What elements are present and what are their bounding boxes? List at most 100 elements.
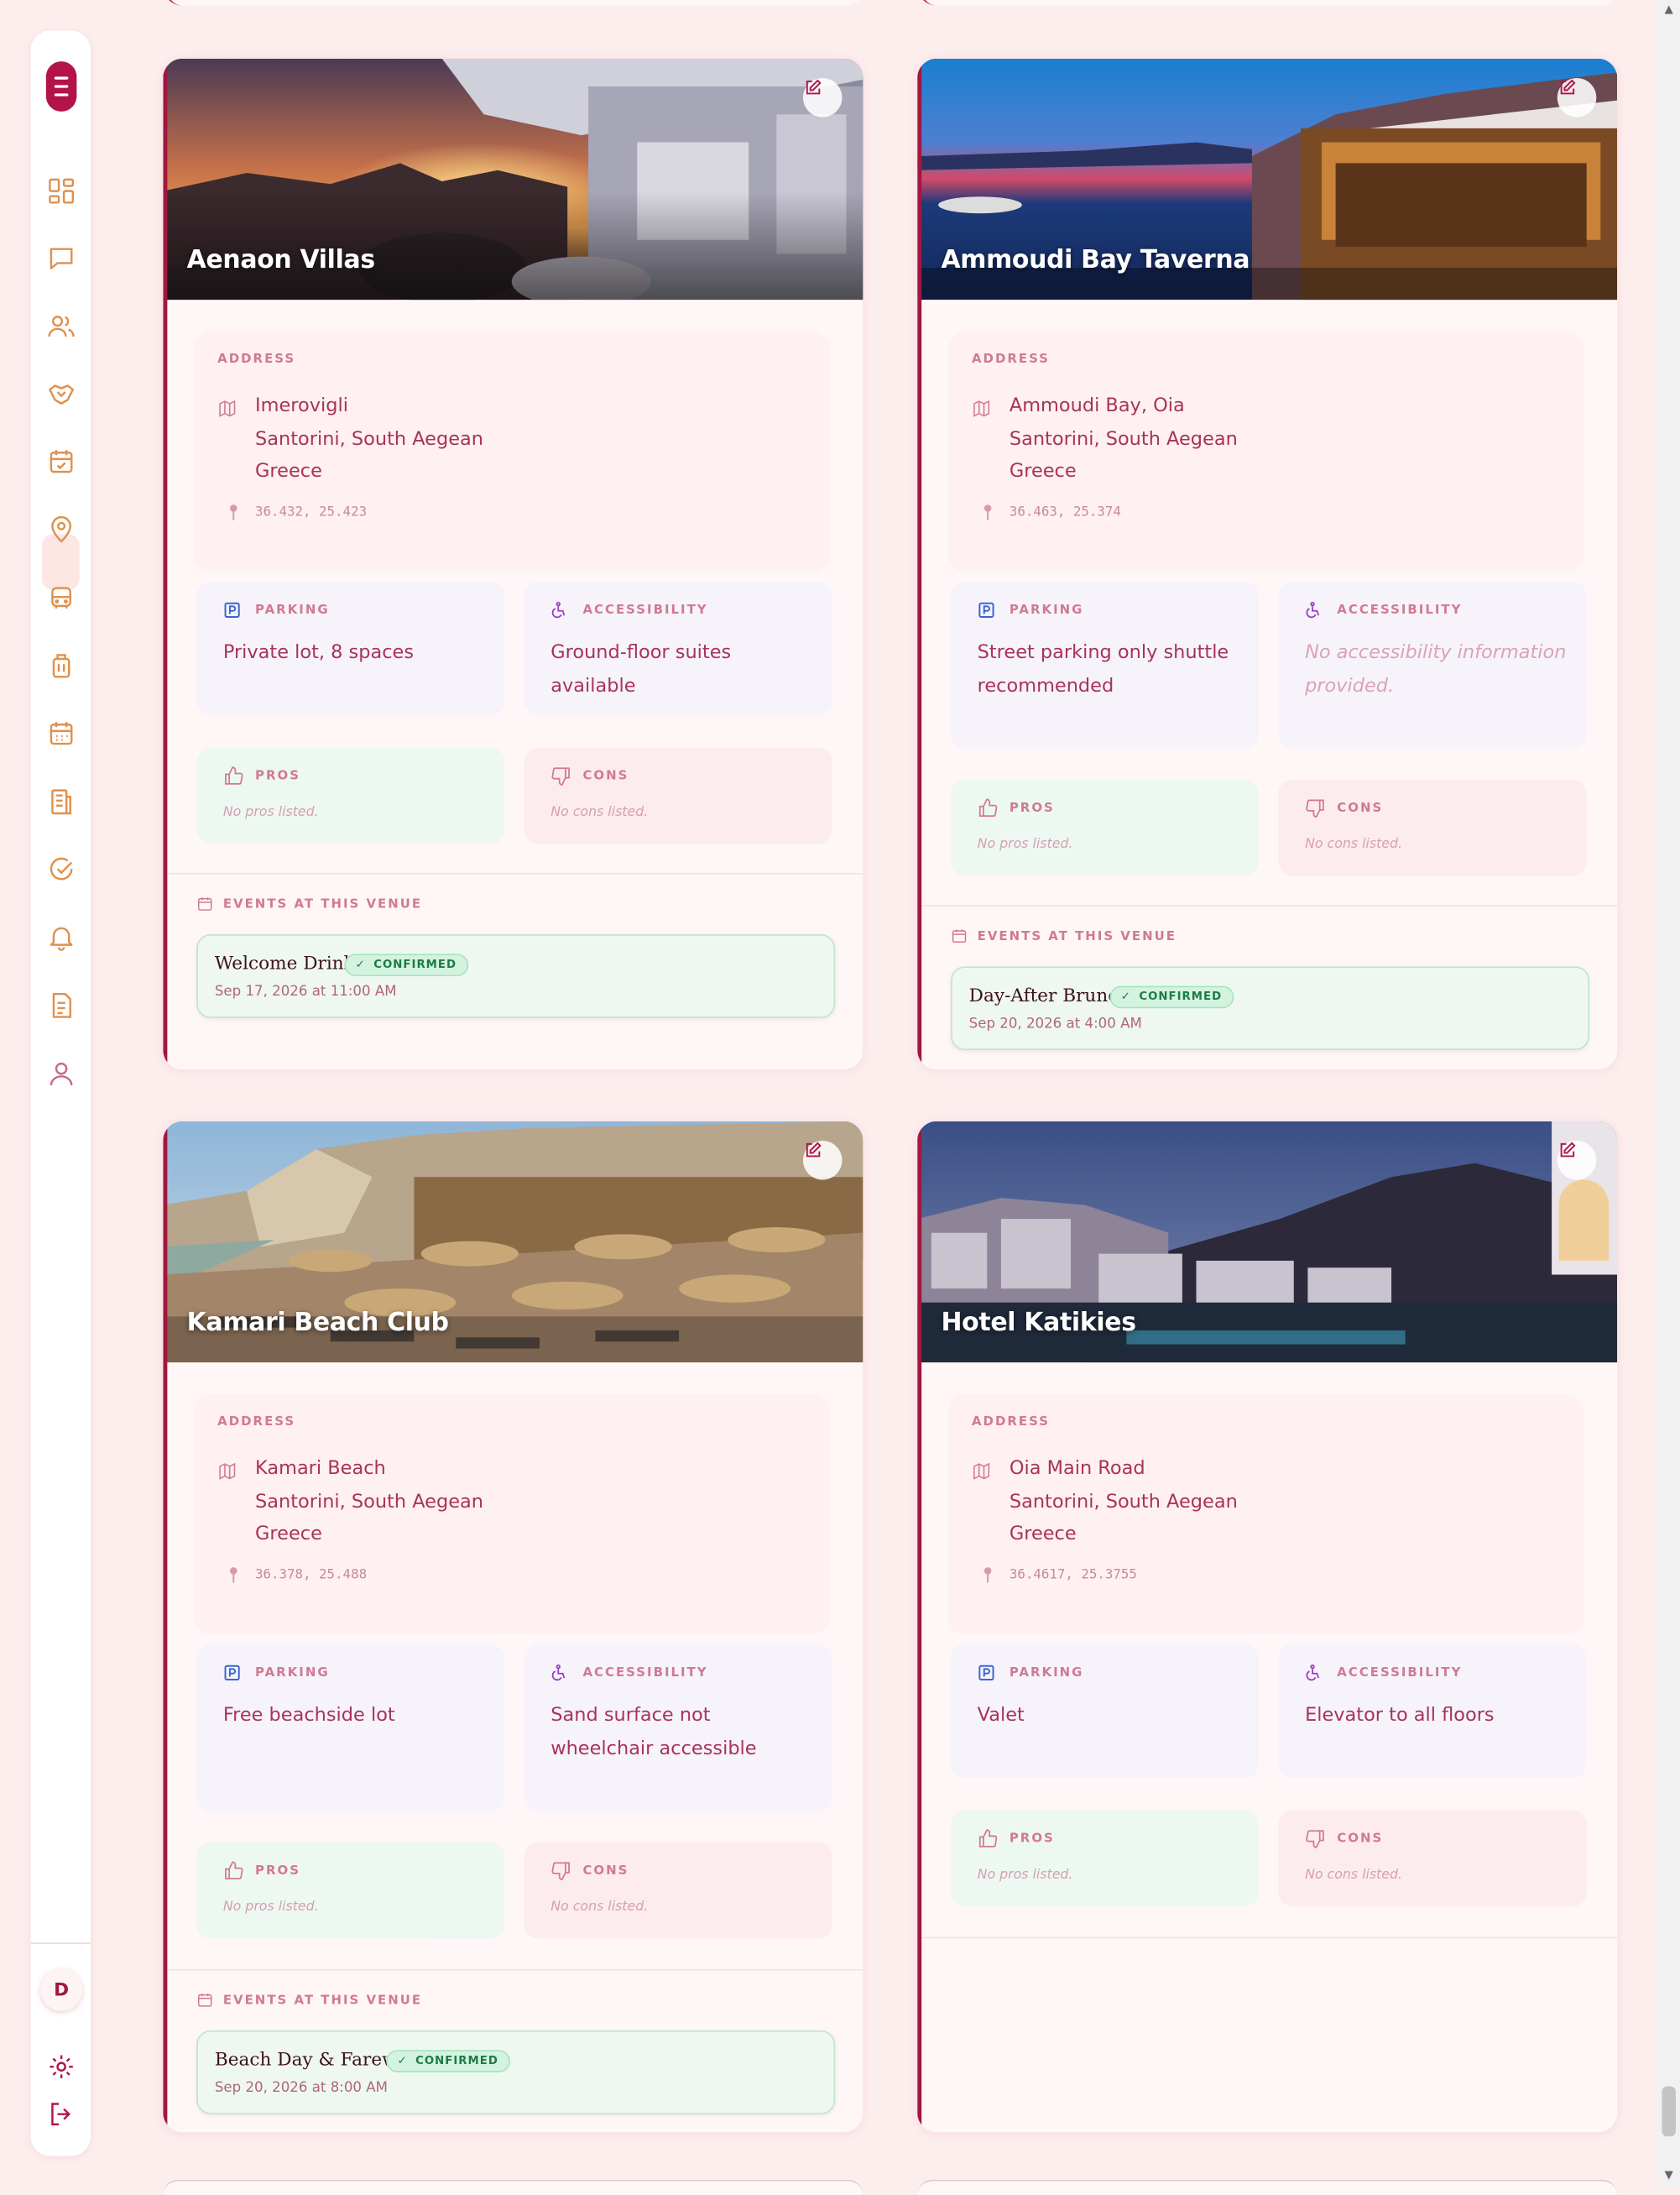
event-date: Sep 20, 2026 at 4:00 AM: [968, 1016, 1142, 1032]
address-section: ADDRESS Ammoudi Bay, Oia Santorini, Sout…: [947, 332, 1584, 572]
notifications-icon[interactable]: [46, 922, 77, 953]
address-line-2: Santorini, South Aegean: [255, 427, 483, 450]
travel-icon[interactable]: [46, 583, 77, 614]
address-section: ADDRESS Oia Main Road Santorini, South A…: [947, 1394, 1584, 1635]
menu-toggle-button[interactable]: [45, 61, 77, 112]
status-badge: CONFIRMED: [1109, 985, 1235, 1009]
gear-icon[interactable]: [46, 2051, 77, 2083]
venue-hero-image: Aenaon Villas: [163, 58, 863, 301]
venue-card: Ammoudi Bay Taverna ADDRESS Ammoudi Bay,…: [917, 58, 1618, 1070]
messages-icon[interactable]: [46, 243, 77, 274]
event-date: Sep 17, 2026 at 11:00 AM: [214, 984, 397, 1001]
edit-icon: [1560, 1142, 1576, 1158]
pros-label: PROS: [255, 770, 300, 784]
accessibility-box: ACCESSIBILITY Sand surface not wheelchai…: [524, 1644, 832, 1812]
address-line-2: Santorini, South Aegean: [1009, 1490, 1238, 1513]
calendar-icon[interactable]: [46, 719, 77, 750]
edit-venue-button[interactable]: [802, 1141, 843, 1180]
event-item[interactable]: Day-After Brunch CONFIRMED Sep 20, 2026 …: [951, 966, 1589, 1051]
pros-label: PROS: [1009, 1832, 1055, 1847]
parking-icon: [978, 602, 994, 618]
notes-icon[interactable]: [46, 990, 77, 1022]
profile-icon[interactable]: [46, 1058, 77, 1090]
address-label: ADDRESS: [217, 1415, 296, 1429]
documents-icon[interactable]: [46, 787, 77, 818]
pros-value: No pros listed.: [222, 1899, 319, 1915]
cons-box: CONS No cons listed.: [1278, 779, 1587, 876]
venue-hero-image: Hotel Katikies: [917, 1121, 1618, 1363]
address-lines: Ammoudi Bay, Oia Santorini, South Aegean…: [1010, 390, 1238, 489]
guests-icon[interactable]: [46, 311, 77, 342]
address-label: ADDRESS: [971, 1415, 1050, 1429]
pin-icon: [230, 504, 237, 520]
tasks-icon[interactable]: [46, 854, 77, 886]
thumbs-down-icon: [551, 1862, 570, 1881]
parking-box: PARKING Valet: [951, 1644, 1260, 1779]
pin-icon: [983, 1567, 992, 1583]
parking-label: PARKING: [1009, 604, 1084, 619]
parking-value: Free beachside lot: [222, 1704, 395, 1727]
pros-value: No pros listed.: [977, 836, 1073, 853]
edit-venue-button[interactable]: [1557, 78, 1597, 118]
pros-value: No pros listed.: [222, 804, 319, 820]
avatar[interactable]: D: [40, 1968, 83, 2011]
event-title: Day-After Brunch: [968, 985, 1130, 1007]
address-lines: Oia Main Road Santorini, South Aegean Gr…: [1010, 1453, 1238, 1551]
accessibility-label: ACCESSIBILITY: [582, 604, 708, 619]
parking-icon: [224, 1665, 240, 1680]
coordinates: 36.432, 25.423: [255, 504, 368, 520]
parking-value: Private lot, 8 spaces: [222, 641, 415, 664]
map-icon: [219, 1462, 236, 1480]
events-icon[interactable]: [46, 447, 77, 478]
map-icon: [973, 1462, 990, 1480]
accessibility-box: ACCESSIBILITY Ground-floor suites availa…: [524, 581, 832, 716]
edit-icon: [1560, 79, 1576, 95]
edit-venue-button[interactable]: [802, 78, 843, 118]
address-line-3: Greece: [255, 1523, 322, 1545]
thumbs-down-icon: [1306, 1830, 1324, 1848]
scrollbar[interactable]: ▲ ▼: [1657, 0, 1680, 2187]
logout-icon[interactable]: [46, 2098, 77, 2130]
venue-card: Kamari Beach Club ADDRESS Kamari Beach S…: [163, 1121, 863, 2133]
address-line-1: Oia Main Road: [1009, 1457, 1145, 1480]
pros-value: No pros listed.: [977, 1867, 1073, 1883]
address-line-1: Ammoudi Bay, Oia: [1009, 395, 1185, 417]
address-line-2: Santorini, South Aegean: [255, 1490, 483, 1513]
address-line-3: Greece: [1009, 1523, 1077, 1545]
address-line-1: Imerovigli: [255, 395, 348, 417]
next-card-top: [163, 2179, 863, 2195]
venue-name: Hotel Katikies: [941, 1308, 1136, 1338]
parking-box: PARKING Street parking only shuttle reco…: [951, 581, 1260, 750]
address-label: ADDRESS: [971, 353, 1050, 367]
luggage-icon[interactable]: [46, 651, 77, 682]
pros-box: PROS No pros listed.: [951, 1810, 1260, 1907]
pros-box: PROS No pros listed.: [196, 1842, 505, 1939]
accessibility-value: Elevator to all floors: [1305, 1704, 1495, 1727]
calendar-icon: [952, 929, 967, 943]
pin-icon: [230, 1567, 237, 1583]
parking-value: Street parking only shuttle recommended: [977, 641, 1229, 697]
event-item[interactable]: Beach Day & Farewell CONFIRMED Sep 20, 2…: [196, 2030, 836, 2114]
cons-label: CONS: [1337, 1832, 1384, 1847]
status-badge: CONFIRMED: [386, 2050, 511, 2072]
scrollbar-thumb[interactable]: [1662, 2086, 1677, 2137]
parking-label: PARKING: [255, 604, 330, 619]
calendar-icon: [198, 1993, 212, 2007]
edit-venue-button[interactable]: [1557, 1141, 1597, 1180]
vendors-icon[interactable]: [46, 379, 77, 410]
events-label: EVENTS AT THIS VENUE: [222, 897, 423, 912]
thumbs-down-icon: [551, 767, 570, 786]
event-item[interactable]: Welcome Drinks CONFIRMED Sep 17, 2026 at…: [196, 934, 836, 1018]
address-line-3: Greece: [1009, 460, 1077, 483]
thumbs-up-icon: [225, 1861, 243, 1879]
dashboard-icon[interactable]: [46, 175, 77, 206]
accessibility-icon: [551, 1664, 566, 1681]
scroll-down-icon[interactable]: ▼: [1662, 2168, 1676, 2182]
venue-hero-image: Ammoudi Bay Taverna: [917, 58, 1618, 301]
address-lines: Imerovigli Santorini, South Aegean Greec…: [255, 390, 483, 489]
address-section: ADDRESS Kamari Beach Santorini, South Ae…: [193, 1394, 830, 1635]
venues-icon[interactable]: [46, 515, 77, 546]
scroll-up-icon[interactable]: ▲: [1662, 3, 1676, 17]
coordinates: 36.378, 25.488: [255, 1567, 368, 1583]
pin-icon: [983, 504, 992, 520]
